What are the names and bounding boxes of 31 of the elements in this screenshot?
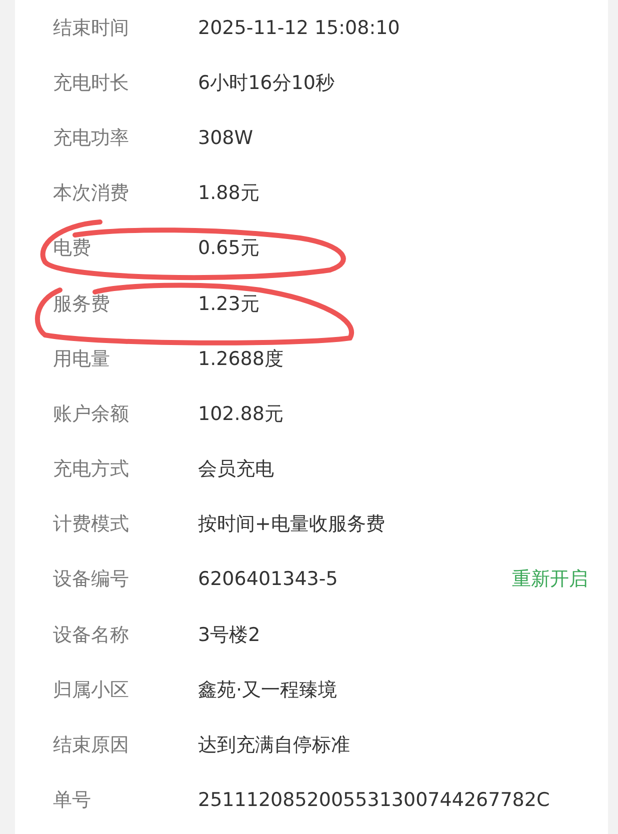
field-value: 0.65元 — [198, 236, 260, 262]
field-value: 308W — [198, 126, 254, 149]
field-label: 本次消费 — [53, 181, 130, 206]
field-value: 会员充电 — [198, 457, 275, 482]
field-label: 结束原因 — [53, 733, 130, 758]
field-value: 6小时16分10秒 — [198, 70, 336, 96]
field-value: 1.88元 — [198, 181, 260, 206]
field-label: 计费模式 — [53, 512, 130, 538]
field-value: 鑫苑·又一程臻境 — [198, 678, 338, 703]
field-label: 服务费 — [53, 292, 111, 317]
field-label: 用电量 — [53, 346, 111, 372]
field-label: 账户余额 — [53, 402, 130, 427]
field-value: 3号楼2 — [198, 622, 262, 648]
field-value: 按时间+电量收服务费 — [198, 512, 386, 538]
field-value: 1.23元 — [198, 292, 260, 317]
field-label: 设备编号 — [53, 567, 130, 592]
field-value: 2025-11-12 15:08:10 — [198, 16, 401, 39]
field-label: 单号 — [53, 788, 92, 814]
field-value: 达到充满自停标准 — [198, 733, 351, 758]
field-label: 电费 — [53, 236, 92, 262]
restart-link[interactable]: 重新开启 — [512, 566, 588, 592]
field-value: 1.2688度 — [198, 346, 284, 372]
field-value: 2511120852005531300744267782C — [198, 789, 551, 812]
field-label: 充电方式 — [53, 457, 130, 482]
field-label: 设备名称 — [53, 622, 130, 648]
field-label: 结束时间 — [53, 16, 130, 41]
field-value: 102.88元 — [198, 402, 284, 427]
field-value: 6206401343-5 — [198, 568, 339, 590]
field-label: 归属小区 — [53, 678, 130, 703]
field-label: 充电时长 — [53, 70, 130, 96]
field-label: 充电功率 — [53, 126, 130, 151]
